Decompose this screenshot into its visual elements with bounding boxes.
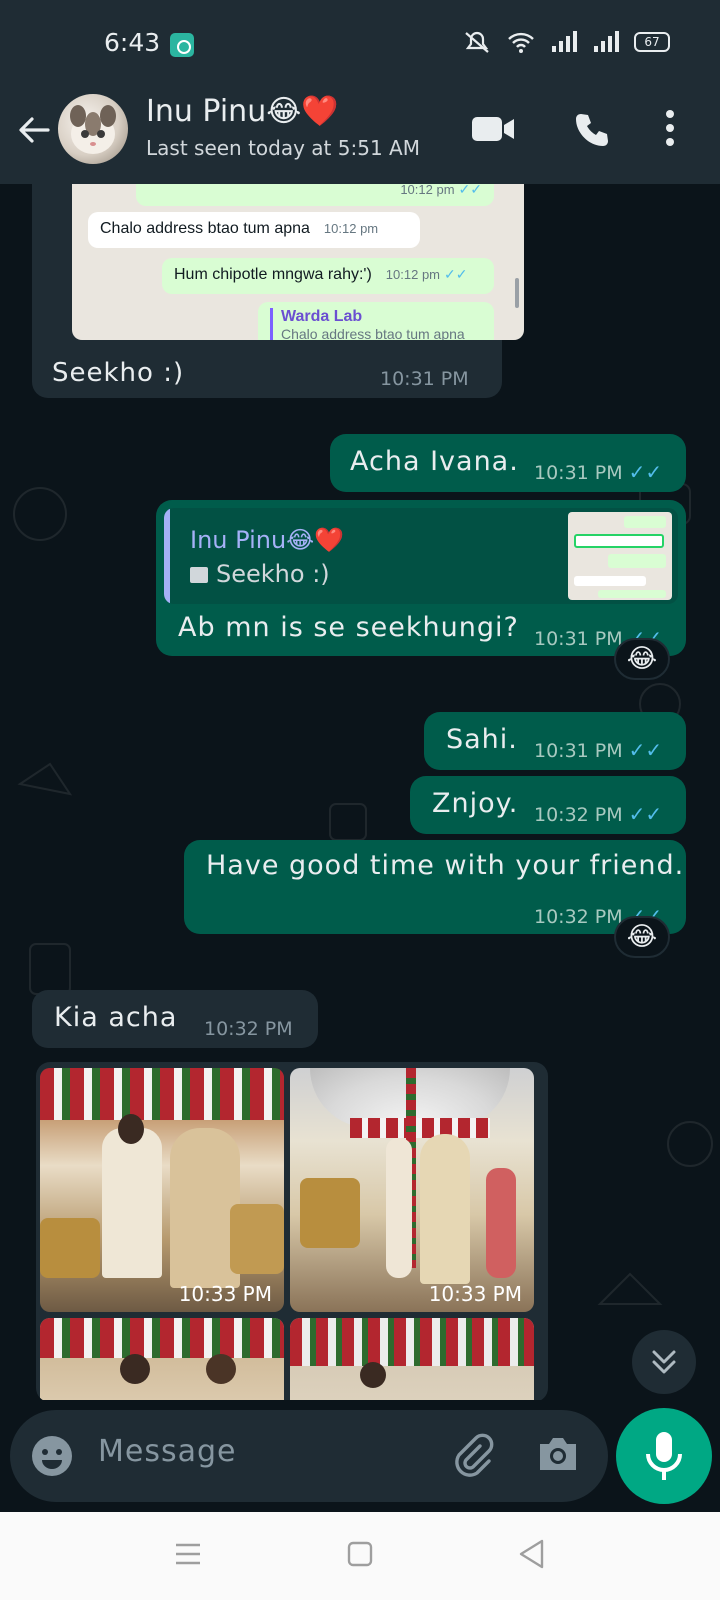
message-text: Sahi. [446,724,518,755]
image-icon [190,567,208,583]
system-navigation-bar [0,1512,720,1600]
phone-call-icon[interactable] [572,110,612,150]
message-text: Seekho :) [52,358,185,388]
ss-reply-preview: Warda Lab Chalo address btao tum apna [258,302,494,340]
message-input[interactable]: Message [98,1434,236,1469]
photo-time: 10:33 PM [428,1282,522,1306]
outgoing-message[interactable]: Acha Ivana. 10:31 PM ✓✓ [330,434,686,492]
mute-icon [465,31,489,53]
photo-thumbnail[interactable]: 10:33 PM [290,1068,534,1312]
message-composer: Message [10,1410,608,1502]
outgoing-message[interactable]: Have good time with your friend. 10:32 P… [184,840,686,934]
message-meta: 10:31 PM✓✓ [534,460,663,484]
notification-app-icon [170,33,194,57]
quoted-sender: Inu Pinu😂❤️ [190,526,345,554]
contact-name[interactable]: Inu Pinu😂❤️ [146,94,339,129]
voice-record-button[interactable] [616,1408,712,1504]
battery-icon: 67 [634,32,670,52]
photo-thumbnail[interactable]: 10:33 PM [40,1068,284,1312]
quoted-text: Seekho :) [190,560,330,588]
signal-icon [552,31,577,52]
double-chevron-down-icon [652,1350,676,1374]
status-time: 6:43 [104,28,161,57]
video-call-icon[interactable] [470,112,516,146]
message-meta: 10:31 PM✓✓ [534,738,663,762]
back-arrow-icon[interactable] [16,112,52,148]
incoming-message[interactable]: Kia acha 10:32 PM [32,990,318,1048]
outgoing-reply-message[interactable]: Inu Pinu😂❤️ Seekho :) Ab mn is se seekhu… [156,500,686,656]
outgoing-message[interactable]: Sahi. 10:31 PM ✓✓ [424,712,686,770]
back-nav-icon[interactable] [516,1538,546,1570]
scroll-to-bottom-button[interactable] [632,1330,696,1394]
message-meta: 10:32 PM✓✓ [534,802,663,826]
quoted-message[interactable]: Inu Pinu😂❤️ Seekho :) [164,508,678,604]
more-options-icon[interactable] [664,108,676,148]
quoted-thumbnail [568,512,672,600]
ss-message-out: 10:12 pm ✓✓ [136,184,494,206]
photo-album-message[interactable]: 10:33 PM 10:33 PM [36,1062,548,1400]
ss-message-in: Chalo address btao tum apna 10:12 pm [88,212,420,248]
photo-time: 10:33 PM [178,1282,272,1306]
incoming-image-message[interactable]: 10:12 pm ✓✓ Chalo address btao tum apna 10… [32,184,524,398]
attachment-icon[interactable] [450,1432,496,1478]
signal-icon-2 [594,31,619,52]
last-seen-status[interactable]: Last seen today at 5:51 AM [146,136,420,160]
outgoing-message[interactable]: Znjoy. 10:32 PM ✓✓ [410,776,686,834]
home-icon[interactable] [346,1540,374,1568]
camera-icon[interactable] [536,1434,580,1474]
message-text: Acha Ivana. [350,446,519,477]
emoji-icon[interactable] [30,1434,74,1478]
message-time: 10:32 PM [204,1018,293,1040]
message-text: Znjoy. [432,788,519,819]
ss-message-out-2: Hum chipotle mngwa rahy:') 10:12 pm ✓✓ [162,258,494,294]
read-ticks-icon: ✓✓ [628,802,663,826]
wifi-icon [508,32,534,53]
photo-thumbnail[interactable] [40,1318,284,1400]
message-text: Have good time with your friend. [206,850,685,881]
message-time: 10:31 PM [380,368,469,390]
reaction-emoji[interactable]: 😂 [614,638,670,680]
reaction-emoji[interactable]: 😂 [614,916,670,958]
microphone-icon [646,1432,682,1480]
menu-icon[interactable] [174,1540,202,1568]
chat-header: Inu Pinu😂❤️ Last seen today at 5:51 AM [0,84,720,184]
message-text: Kia acha [54,1002,178,1033]
status-bar: 6:43 67 [0,0,720,84]
screenshot-image[interactable]: 10:12 pm ✓✓ Chalo address btao tum apna 10… [72,184,524,340]
system-icons: 67 [462,30,670,54]
message-text: Ab mn is se seekhungi? [178,612,519,643]
chat-area[interactable]: 10:12 pm ✓✓ Chalo address btao tum apna 10… [0,184,720,1400]
read-ticks-icon: ✓✓ [628,460,663,484]
read-ticks-icon: ✓✓ [628,738,663,762]
contact-avatar[interactable] [58,94,128,164]
photo-thumbnail[interactable] [290,1318,534,1400]
